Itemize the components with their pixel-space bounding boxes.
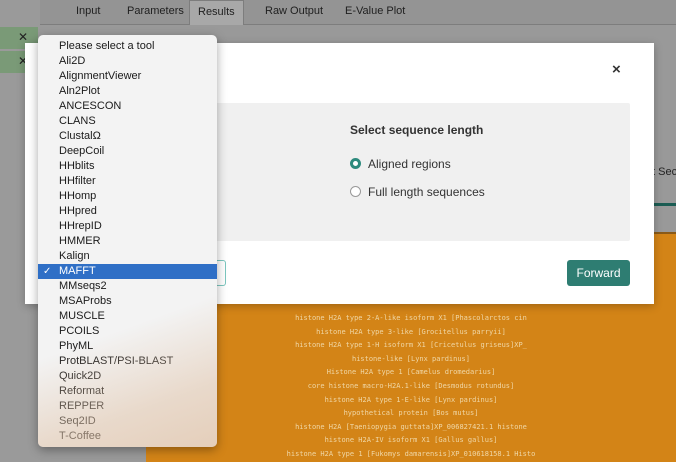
dropdown-option-label: ProtBLAST/PSI-BLAST bbox=[59, 355, 174, 367]
dropdown-option[interactable]: CLANS bbox=[38, 114, 217, 129]
dropdown-option-label: Quick2D bbox=[59, 370, 102, 382]
panel-title: Select sequence length bbox=[350, 123, 484, 137]
alignment-label: histone H2A [Taeniopygia guttata]XP_0068… bbox=[295, 422, 527, 431]
dropdown-option[interactable]: HHfilter bbox=[38, 174, 217, 189]
dropdown-option-label: HHpred bbox=[59, 205, 97, 217]
tab-parameters[interactable]: Parameters bbox=[127, 0, 184, 24]
dropdown-option-label: Ali2D bbox=[59, 55, 86, 67]
dropdown-option[interactable]: ✓ MAFFT bbox=[38, 264, 217, 279]
dropdown-option-label: MAFFT bbox=[59, 265, 96, 277]
alignment-label: histone H2A type 1-H isoform X1 [Cricetu… bbox=[295, 341, 527, 350]
dropdown-option[interactable]: PhyML bbox=[38, 339, 217, 354]
dropdown-option-label: HHrepID bbox=[59, 220, 102, 232]
dropdown-option[interactable]: ClustalΩ bbox=[38, 129, 217, 144]
dropdown-option-label: DeepCoil bbox=[59, 145, 105, 157]
close-icon[interactable]: × bbox=[612, 61, 621, 78]
forward-button[interactable]: Forward bbox=[567, 260, 630, 286]
dropdown-option-label: ANCESCON bbox=[59, 100, 122, 112]
close-icon[interactable]: ✕ bbox=[18, 30, 28, 44]
tool-dropdown[interactable]: Please select a tool Ali2D AlignmentViewer… bbox=[38, 35, 217, 447]
alignment-label: histone H2A type 3-like [Grocitellus par… bbox=[316, 327, 506, 336]
alignment-label: histone H2A type 1-E-like [Lynx pardinus… bbox=[324, 395, 498, 404]
dropdown-option-label: CLANS bbox=[59, 115, 96, 127]
dropdown-option[interactable]: HHpred bbox=[38, 204, 217, 219]
tab-bar: Input Parameters Results Raw Output E-Va… bbox=[40, 0, 676, 25]
dropdown-option-label: MUSCLE bbox=[59, 310, 105, 322]
alignment-row bbox=[146, 304, 676, 311]
dropdown-option[interactable]: Ali2D bbox=[38, 54, 217, 69]
dropdown-option[interactable]: Kalign bbox=[38, 249, 217, 264]
dropdown-option[interactable]: AlignmentViewer bbox=[38, 69, 217, 84]
alignment-label: histone H2A-IV isoform X1 [Gallus gallus… bbox=[324, 436, 498, 445]
dropdown-option[interactable]: PCOILS bbox=[38, 324, 217, 339]
alignment-label: hypothetical protein [Bos mutus] bbox=[343, 409, 479, 418]
dropdown-option[interactable]: ProtBLAST/PSI-BLAST bbox=[38, 354, 217, 369]
dropdown-option-label: Seq2ID bbox=[59, 415, 96, 427]
dropdown-option[interactable]: MSAProbs bbox=[38, 294, 217, 309]
dropdown-option-label: MSAProbs bbox=[59, 295, 112, 307]
dropdown-option-label: HHblits bbox=[59, 160, 95, 172]
alignment-row bbox=[146, 458, 676, 462]
dropdown-option-label: HMMER bbox=[59, 235, 101, 247]
dropdown-option-label: PCOILS bbox=[59, 325, 100, 337]
tab-evalue-plot[interactable]: E-Value Plot bbox=[345, 0, 405, 24]
full-length-label[interactable]: Full length sequences bbox=[368, 185, 485, 199]
dropdown-option[interactable]: HHomp bbox=[38, 189, 217, 204]
dropdown-option[interactable]: REPPER bbox=[38, 399, 217, 414]
tab-results[interactable]: Results bbox=[189, 0, 244, 25]
dropdown-option[interactable]: Reformat bbox=[38, 384, 217, 399]
dropdown-option-label: REPPER bbox=[59, 400, 105, 412]
dropdown-option-label: Kalign bbox=[59, 250, 90, 262]
dropdown-option[interactable]: MMseqs2 bbox=[38, 279, 217, 294]
dropdown-option-label: HHfilter bbox=[59, 175, 96, 187]
dropdown-option[interactable]: MUSCLE bbox=[38, 309, 217, 324]
dropdown-option[interactable]: HHblits bbox=[38, 159, 217, 174]
dropdown-option-label: Please select a tool bbox=[59, 40, 155, 52]
dropdown-option[interactable]: HHrepID bbox=[38, 219, 217, 234]
dropdown-option[interactable]: ANCESCON bbox=[38, 99, 217, 114]
dropdown-option-label: PhyML bbox=[59, 340, 94, 352]
alignment-label: histone-like [Lynx pardinus] bbox=[351, 354, 470, 363]
tab-input[interactable]: Input bbox=[76, 0, 100, 24]
aligned-regions-label[interactable]: Aligned regions bbox=[368, 157, 451, 171]
teal-underline bbox=[654, 203, 676, 206]
dropdown-option[interactable]: DeepCoil bbox=[38, 144, 217, 159]
dropdown-option[interactable]: Seq2ID bbox=[38, 414, 217, 429]
dropdown-option[interactable]: HMMER bbox=[38, 234, 217, 249]
dropdown-option[interactable]: Quick2D bbox=[38, 369, 217, 384]
alignment-label: Histone H2A type 1 [Camelus dromedarius] bbox=[326, 368, 496, 377]
dropdown-option[interactable]: T-Coffee bbox=[38, 429, 217, 444]
dropdown-option-label: T-Coffee bbox=[59, 430, 101, 442]
partial-button-text: t Sec bbox=[652, 166, 676, 178]
dropdown-option-label: Reformat bbox=[59, 385, 105, 397]
alignment-label: histone H2A type 1 [Fukomys damarensis]X… bbox=[286, 450, 536, 458]
dropdown-option-label: MMseqs2 bbox=[59, 280, 107, 292]
aligned-regions-radio[interactable] bbox=[350, 158, 361, 169]
dropdown-option-label: Aln2Plot bbox=[59, 85, 100, 97]
dropdown-option[interactable]: Please select a tool bbox=[38, 39, 217, 54]
dropdown-option[interactable]: Aln2Plot bbox=[38, 84, 217, 99]
tab-raw-output[interactable]: Raw Output bbox=[265, 0, 323, 24]
checkmark-icon: ✓ bbox=[43, 266, 52, 277]
dropdown-option-label: HHomp bbox=[59, 190, 97, 202]
alignment-label: histone H2A type 2-A-like isoform X1 [Ph… bbox=[295, 314, 527, 322]
dropdown-option-label: ClustalΩ bbox=[59, 130, 101, 142]
dropdown-option-label: AlignmentViewer bbox=[59, 70, 142, 82]
alignment-label: core histone macro-H2A.1-like [Desmodus … bbox=[307, 382, 515, 390]
full-length-radio[interactable] bbox=[350, 186, 361, 197]
